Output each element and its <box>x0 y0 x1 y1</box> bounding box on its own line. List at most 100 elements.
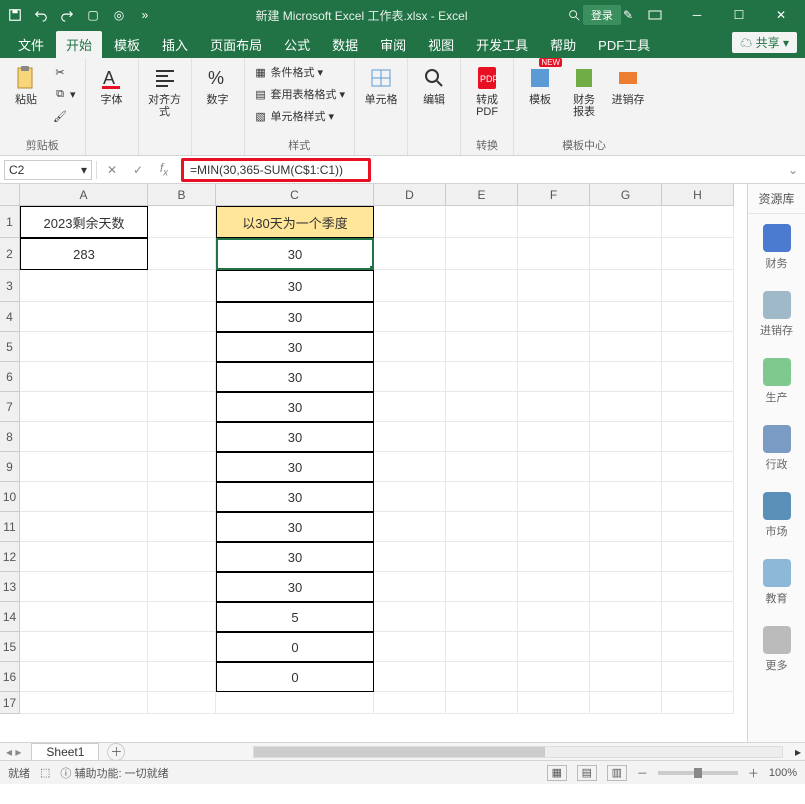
cell-B12[interactable] <box>148 542 216 572</box>
tab-file[interactable]: 文件 <box>8 31 54 58</box>
cell-E13[interactable] <box>446 572 518 602</box>
grid[interactable]: ABCDEFGH 1234567891011121314151617 2023剩… <box>0 184 747 742</box>
row-header-11[interactable]: 11 <box>0 512 20 542</box>
cell-H11[interactable] <box>662 512 734 542</box>
maximize-button[interactable]: ☐ <box>719 0 759 30</box>
tab-dev[interactable]: 开发工具 <box>466 31 538 58</box>
sheet-tab[interactable]: Sheet1 <box>31 743 99 760</box>
cell-C10[interactable]: 30 <box>216 482 374 512</box>
view-normal-button[interactable]: ▦ <box>547 765 567 781</box>
cell-G2[interactable] <box>590 238 662 270</box>
cell-F4[interactable] <box>518 302 590 332</box>
col-header-G[interactable]: G <box>590 184 662 206</box>
resource-item-3[interactable]: 行政 <box>748 415 805 482</box>
cell-B7[interactable] <box>148 392 216 422</box>
qat-icon-1[interactable]: ▢ <box>82 4 104 26</box>
zoom-knob[interactable] <box>694 768 702 778</box>
cell-D12[interactable] <box>374 542 446 572</box>
cell-C7[interactable]: 30 <box>216 392 374 422</box>
tab-review[interactable]: 审阅 <box>370 31 416 58</box>
save-icon[interactable] <box>4 4 26 26</box>
col-header-E[interactable]: E <box>446 184 518 206</box>
formula-input[interactable]: =MIN(30,365-SUM(C$1:C1)) <box>181 158 371 182</box>
cond-format-button[interactable]: ▦条件格式 ▾ <box>251 62 349 82</box>
cell-G1[interactable] <box>590 206 662 238</box>
resource-item-2[interactable]: 生产 <box>748 348 805 415</box>
cell-D16[interactable] <box>374 662 446 692</box>
table-format-button[interactable]: ▤套用表格格式 ▾ <box>251 84 349 104</box>
cell-H5[interactable] <box>662 332 734 362</box>
zoom-slider[interactable] <box>658 771 738 775</box>
align-button[interactable]: 对齐方式 <box>145 62 185 120</box>
tab-formula[interactable]: 公式 <box>274 31 320 58</box>
cell-G3[interactable] <box>590 270 662 302</box>
undo-icon[interactable] <box>30 4 52 26</box>
cell-E4[interactable] <box>446 302 518 332</box>
cell-A9[interactable] <box>20 452 148 482</box>
touch-mode-icon[interactable]: ✎ <box>623 8 633 22</box>
close-button[interactable]: ✕ <box>761 0 801 30</box>
cell-C14[interactable]: 5 <box>216 602 374 632</box>
row-header-17[interactable]: 17 <box>0 692 20 714</box>
cell-D11[interactable] <box>374 512 446 542</box>
cell-A5[interactable] <box>20 332 148 362</box>
cell-B3[interactable] <box>148 270 216 302</box>
cell-B15[interactable] <box>148 632 216 662</box>
copy-button[interactable]: ⧉▾ <box>50 84 79 104</box>
cancel-formula-button[interactable]: ✕ <box>101 160 123 180</box>
cell-H7[interactable] <box>662 392 734 422</box>
col-header-C[interactable]: C <box>216 184 374 206</box>
cell-D10[interactable] <box>374 482 446 512</box>
resource-item-5[interactable]: 教育 <box>748 549 805 616</box>
cell-F3[interactable] <box>518 270 590 302</box>
cell-B5[interactable] <box>148 332 216 362</box>
cell-D2[interactable] <box>374 238 446 270</box>
cell-E8[interactable] <box>446 422 518 452</box>
cell-C5[interactable]: 30 <box>216 332 374 362</box>
cell-G7[interactable] <box>590 392 662 422</box>
cell-D15[interactable] <box>374 632 446 662</box>
cell-E1[interactable] <box>446 206 518 238</box>
cell-C13[interactable]: 30 <box>216 572 374 602</box>
cell-H4[interactable] <box>662 302 734 332</box>
view-break-button[interactable]: ▥ <box>607 765 627 781</box>
cell-E14[interactable] <box>446 602 518 632</box>
cell-E16[interactable] <box>446 662 518 692</box>
tab-view[interactable]: 视图 <box>418 31 464 58</box>
cell-E15[interactable] <box>446 632 518 662</box>
col-header-B[interactable]: B <box>148 184 216 206</box>
cell-C17[interactable] <box>216 692 374 714</box>
cell-C9[interactable]: 30 <box>216 452 374 482</box>
cell-G4[interactable] <box>590 302 662 332</box>
row-header-5[interactable]: 5 <box>0 332 20 362</box>
scroll-right-icon[interactable]: ▸ <box>791 745 805 759</box>
cell-G8[interactable] <box>590 422 662 452</box>
add-sheet-button[interactable]: ＋ <box>107 743 125 761</box>
cell-F7[interactable] <box>518 392 590 422</box>
cell-B10[interactable] <box>148 482 216 512</box>
cut-button[interactable]: ✂ <box>50 62 79 82</box>
cell-D13[interactable] <box>374 572 446 602</box>
number-button[interactable]: % 数字 <box>198 62 238 108</box>
ribbon-options-icon[interactable] <box>635 0 675 30</box>
cell-F17[interactable] <box>518 692 590 714</box>
cell-E9[interactable] <box>446 452 518 482</box>
cell-H15[interactable] <box>662 632 734 662</box>
cell-G16[interactable] <box>590 662 662 692</box>
resource-item-0[interactable]: 财务 <box>748 214 805 281</box>
resource-item-6[interactable]: 更多 <box>748 616 805 683</box>
cell-B16[interactable] <box>148 662 216 692</box>
cell-B4[interactable] <box>148 302 216 332</box>
cell-B9[interactable] <box>148 452 216 482</box>
cell-C15[interactable]: 0 <box>216 632 374 662</box>
cell-E3[interactable] <box>446 270 518 302</box>
row-header-4[interactable]: 4 <box>0 302 20 332</box>
row-header-13[interactable]: 13 <box>0 572 20 602</box>
expand-formula-icon[interactable]: ⌄ <box>785 163 801 177</box>
cell-A17[interactable] <box>20 692 148 714</box>
tab-help[interactable]: 帮助 <box>540 31 586 58</box>
cell-E10[interactable] <box>446 482 518 512</box>
cell-F12[interactable] <box>518 542 590 572</box>
tab-pdf[interactable]: PDF工具 <box>588 31 660 58</box>
qat-more-icon[interactable]: » <box>134 4 156 26</box>
